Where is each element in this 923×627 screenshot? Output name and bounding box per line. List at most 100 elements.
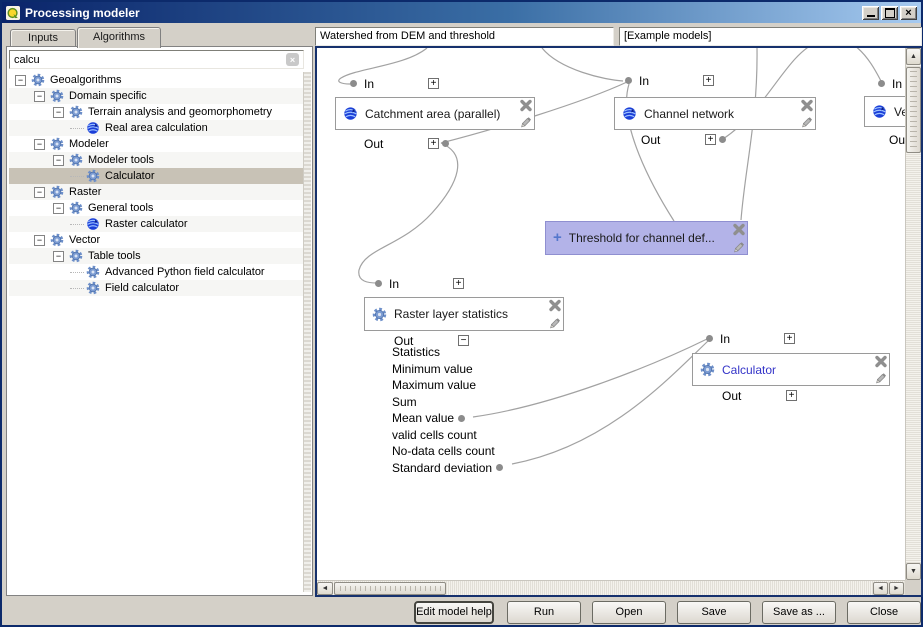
edit-node-icon[interactable]: [874, 371, 888, 384]
collapse-icon[interactable]: −: [34, 187, 45, 198]
delete-node-icon[interactable]: [874, 355, 888, 368]
collapse-icon[interactable]: −: [53, 203, 64, 214]
connector-dot[interactable]: [350, 80, 357, 87]
vertical-scroll-thumb[interactable]: [906, 67, 921, 153]
tree-item-raster[interactable]: −Raster: [9, 184, 304, 200]
title-bar[interactable]: Processing modeler ×: [2, 2, 921, 23]
collapse-icon[interactable]: −: [34, 91, 45, 102]
output-no-data-cells-count[interactable]: No-data cells count: [392, 443, 503, 460]
scroll-left-icon[interactable]: ◄: [317, 582, 333, 595]
canvas-vertical-scrollbar[interactable]: ▲ ▼: [905, 48, 921, 580]
close-dialog-button[interactable]: Close: [847, 601, 921, 624]
tree-item-modeler[interactable]: −Modeler: [9, 136, 304, 152]
tree-item-advanced-python-field-calculator[interactable]: Advanced Python field calculator: [9, 264, 304, 280]
clear-search-icon[interactable]: ×: [286, 53, 299, 66]
save-as-button[interactable]: Save as ...: [762, 601, 836, 624]
canvas-horizontal-scrollbar[interactable]: ◄ ◄ ►: [317, 580, 905, 595]
scroll-up-icon[interactable]: ▲: [906, 48, 921, 65]
connector-dot[interactable]: [496, 464, 503, 471]
edit-model-help-button[interactable]: Edit model help: [414, 601, 494, 624]
tree-item-real-area-calculation[interactable]: Real area calculation: [9, 120, 304, 136]
delete-node-icon[interactable]: [519, 99, 533, 112]
port-out-calculator[interactable]: Out +: [722, 389, 797, 402]
tree-item-vector[interactable]: −Vector: [9, 232, 304, 248]
open-button[interactable]: Open: [592, 601, 666, 624]
collapse-icon[interactable]: −: [15, 75, 26, 86]
connector-dot[interactable]: [719, 136, 726, 143]
tab-algorithms[interactable]: Algorithms: [77, 27, 161, 48]
connector-dot[interactable]: [458, 415, 465, 422]
save-button[interactable]: Save: [677, 601, 751, 624]
expand-icon[interactable]: +: [705, 134, 716, 145]
run-button[interactable]: Run: [507, 601, 581, 624]
minimize-button[interactable]: [862, 6, 879, 20]
tab-inputs[interactable]: Inputs: [10, 29, 76, 47]
delete-node-icon[interactable]: [732, 223, 746, 236]
model-group-input[interactable]: [Example models]: [619, 27, 922, 46]
horizontal-scroll-thumb[interactable]: [334, 582, 446, 595]
output-valid-cells-count[interactable]: valid cells count: [392, 427, 503, 444]
tree-item-terrain-analysis[interactable]: −Terrain analysis and geomorphometry: [9, 104, 304, 120]
tree-item-domain-specific[interactable]: −Domain specific: [9, 88, 304, 104]
tree-item-geoalgorithms[interactable]: −Geoalgorithms: [9, 72, 304, 88]
edit-node-icon[interactable]: [519, 115, 533, 128]
tree-scrollbar[interactable]: [303, 72, 311, 592]
node-catchment-area[interactable]: Catchment area (parallel): [335, 97, 535, 130]
port-in-vector[interactable]: In: [878, 77, 905, 90]
collapse-icon[interactable]: −: [53, 155, 64, 166]
tree-item-general-tools[interactable]: −General tools: [9, 200, 304, 216]
node-channel-network[interactable]: Channel network: [614, 97, 816, 130]
scroll-down-icon[interactable]: ▼: [906, 563, 921, 580]
collapse-icon[interactable]: −: [34, 139, 45, 150]
output-maximum-value[interactable]: Maximum value: [392, 377, 503, 394]
collapse-icon[interactable]: −: [53, 251, 64, 262]
expand-icon[interactable]: +: [453, 278, 464, 289]
connector-dot[interactable]: [375, 280, 382, 287]
expand-icon[interactable]: +: [784, 333, 795, 344]
search-input[interactable]: calcu ×: [9, 50, 304, 69]
node-calculator[interactable]: Calculator: [692, 353, 890, 386]
delete-node-icon[interactable]: [548, 299, 562, 312]
node-threshold-input[interactable]: + Threshold for channel def...: [545, 221, 748, 255]
close-button[interactable]: ×: [900, 6, 917, 20]
tree-item-field-calculator[interactable]: Field calculator: [9, 280, 304, 296]
output-standard-deviation[interactable]: Standard deviation: [392, 460, 503, 477]
collapse-icon[interactable]: −: [34, 235, 45, 246]
port-in-calculator[interactable]: In +: [706, 332, 795, 345]
expand-icon[interactable]: +: [428, 138, 439, 149]
output-sum[interactable]: Sum: [392, 394, 503, 411]
connector-dot[interactable]: [706, 335, 713, 342]
port-out-vector[interactable]: Out: [889, 133, 905, 146]
tree-item-raster-calculator[interactable]: Raster calculator: [9, 216, 304, 232]
tree-item-calculator[interactable]: Calculator: [9, 168, 304, 184]
expand-icon[interactable]: +: [703, 75, 714, 86]
output-statistics[interactable]: Statistics: [392, 344, 503, 361]
tree-item-table-tools[interactable]: −Table tools: [9, 248, 304, 264]
delete-node-icon[interactable]: [800, 99, 814, 112]
port-in-raster-stats[interactable]: In +: [375, 277, 464, 290]
port-label: Out: [889, 133, 905, 147]
model-canvas[interactable]: In + Catchment area (parallel) Out + In …: [317, 48, 905, 580]
tree-item-modeler-tools[interactable]: −Modeler tools: [9, 152, 304, 168]
edit-node-icon[interactable]: [732, 240, 746, 253]
edit-node-icon[interactable]: [548, 316, 562, 329]
collapse-icon[interactable]: −: [53, 107, 64, 118]
scroll-left-icon[interactable]: ◄: [873, 582, 888, 595]
model-name-input[interactable]: Watershed from DEM and threshold: [315, 27, 614, 46]
node-raster-layer-statistics[interactable]: Raster layer statistics: [364, 297, 564, 331]
port-in-channel[interactable]: In +: [625, 74, 714, 87]
connector-dot[interactable]: [442, 140, 449, 147]
connector-dot[interactable]: [625, 77, 632, 84]
node-vector-clipped[interactable]: Ve: [864, 96, 905, 127]
maximize-button[interactable]: [881, 6, 898, 20]
edit-node-icon[interactable]: [800, 115, 814, 128]
port-out-channel[interactable]: Out +: [641, 133, 726, 146]
expand-icon[interactable]: +: [428, 78, 439, 89]
scroll-right-icon[interactable]: ►: [889, 582, 904, 595]
port-out-catchment[interactable]: Out +: [364, 137, 449, 150]
expand-icon[interactable]: +: [786, 390, 797, 401]
output-minimum-value[interactable]: Minimum value: [392, 361, 503, 378]
port-in-catchment[interactable]: In +: [350, 77, 439, 90]
connector-dot[interactable]: [878, 80, 885, 87]
output-mean-value[interactable]: Mean value: [392, 410, 503, 427]
